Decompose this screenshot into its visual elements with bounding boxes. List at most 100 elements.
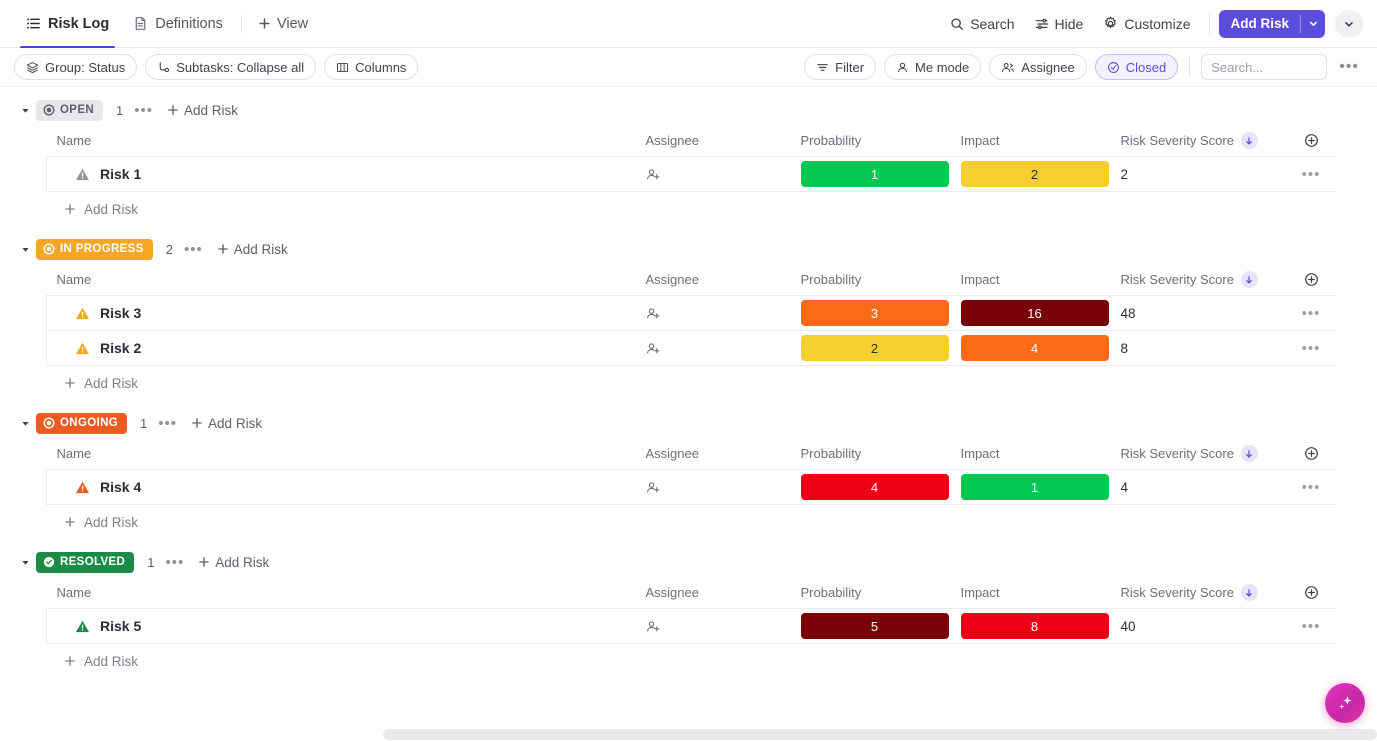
column-header-impact[interactable]: Impact [950,579,1111,609]
cell-impact[interactable]: 2 [950,156,1111,192]
status-badge[interactable]: OPEN [36,99,103,121]
cell-risk-severity-score[interactable]: 40 [1110,608,1286,644]
column-header-impact[interactable]: Impact [950,440,1111,470]
column-header-name[interactable]: Name [46,440,636,470]
add-risk-row-button[interactable]: Add Risk [0,192,1377,226]
search-button[interactable]: Search [940,10,1024,38]
add-column-button[interactable] [1285,440,1337,470]
cell-assignee[interactable] [635,469,791,505]
column-header-assignee[interactable]: Assignee [635,266,791,296]
group-add-risk-button[interactable]: Add Risk [167,103,238,118]
cell-name[interactable]: Risk 1 [46,156,636,192]
cell-row-menu[interactable]: ••• [1285,295,1337,331]
table-row[interactable]: Risk 4 4 1 4 ••• [46,469,1337,505]
column-header-assignee[interactable]: Assignee [635,579,791,609]
cell-impact[interactable]: 8 [950,608,1111,644]
column-header-risk-severity-score[interactable]: Risk Severity Score [1110,579,1286,609]
cell-probability[interactable]: 1 [790,156,951,192]
group-collapse-toggle[interactable] [14,105,36,116]
customize-button[interactable]: Customize [1093,10,1200,38]
column-header-probability[interactable]: Probability [790,440,951,470]
cell-row-menu[interactable]: ••• [1285,608,1337,644]
filter-chip[interactable]: Filter [804,54,877,80]
cell-row-menu[interactable]: ••• [1285,469,1337,505]
column-header-probability[interactable]: Probability [790,127,951,157]
add-column-button[interactable] [1285,579,1337,609]
add-risk-dropdown-button[interactable] [1301,10,1325,38]
column-header-probability[interactable]: Probability [790,579,951,609]
closed-filter-chip[interactable]: Closed [1094,54,1179,80]
group-by-chip[interactable]: Group: Status [14,54,138,80]
add-column-button[interactable] [1285,127,1337,157]
column-header-impact[interactable]: Impact [950,127,1111,157]
cell-risk-severity-score[interactable]: 2 [1110,156,1286,192]
subtasks-chip[interactable]: Subtasks: Collapse all [145,54,317,80]
cell-impact[interactable]: 1 [950,469,1111,505]
cell-row-menu[interactable]: ••• [1285,330,1337,366]
add-column-button[interactable] [1285,266,1337,296]
group-collapse-toggle[interactable] [14,557,36,568]
row-menu-button[interactable]: ••• [1302,479,1321,496]
column-header-name[interactable]: Name [46,266,636,296]
ai-assistant-button[interactable] [1325,683,1365,723]
group-menu-button[interactable]: ••• [184,242,203,257]
add-risk-row-button[interactable]: Add Risk [0,505,1377,539]
column-header-assignee[interactable]: Assignee [635,440,791,470]
hide-button[interactable]: Hide [1025,10,1094,38]
table-row[interactable]: Risk 5 5 8 40 ••• [46,608,1337,644]
column-header-risk-severity-score[interactable]: Risk Severity Score [1110,440,1286,470]
add-risk-row-button[interactable]: Add Risk [0,366,1377,400]
cell-assignee[interactable] [635,608,791,644]
table-row[interactable]: Risk 2 2 4 8 ••• [46,330,1337,366]
add-risk-row-button[interactable]: Add Risk [0,644,1377,678]
search-input[interactable]: Search... [1201,54,1328,80]
column-header-probability[interactable]: Probability [790,266,951,296]
sort-indicator[interactable] [1240,132,1258,149]
group-add-risk-button[interactable]: Add Risk [198,555,269,570]
cell-assignee[interactable] [635,156,791,192]
more-options-button[interactable] [1335,9,1363,38]
cell-name[interactable]: Risk 5 [46,608,636,644]
columns-chip[interactable]: Columns [324,54,419,80]
cell-risk-severity-score[interactable]: 48 [1110,295,1286,331]
cell-probability[interactable]: 5 [790,608,951,644]
toolbar-overflow-button[interactable]: ••• [1335,59,1363,75]
group-menu-button[interactable]: ••• [158,416,177,431]
table-row[interactable]: Risk 1 1 2 2 ••• [46,156,1337,192]
cell-name[interactable]: Risk 3 [46,295,636,331]
status-badge[interactable]: IN PROGRESS [36,238,153,260]
sort-indicator[interactable] [1240,584,1258,601]
column-header-impact[interactable]: Impact [950,266,1111,296]
group-add-risk-button[interactable]: Add Risk [191,416,262,431]
tab-definitions[interactable]: Definitions [121,0,235,47]
group-add-risk-button[interactable]: Add Risk [217,242,288,257]
cell-risk-severity-score[interactable]: 8 [1110,330,1286,366]
group-collapse-toggle[interactable] [14,244,36,255]
cell-assignee[interactable] [635,330,791,366]
cell-probability[interactable]: 2 [790,330,951,366]
row-menu-button[interactable]: ••• [1302,305,1321,322]
column-header-risk-severity-score[interactable]: Risk Severity Score [1110,266,1286,296]
column-header-name[interactable]: Name [46,579,636,609]
cell-impact[interactable]: 16 [950,295,1111,331]
cell-probability[interactable]: 4 [790,469,951,505]
cell-impact[interactable]: 4 [950,330,1111,366]
group-menu-button[interactable]: ••• [165,555,184,570]
row-menu-button[interactable]: ••• [1302,618,1321,635]
tab-risk-log[interactable]: Risk Log [14,0,121,48]
column-header-name[interactable]: Name [46,127,636,157]
group-collapse-toggle[interactable] [14,418,36,429]
horizontal-scrollbar[interactable] [0,728,1377,741]
me-mode-chip[interactable]: Me mode [884,54,982,80]
cell-probability[interactable]: 3 [790,295,951,331]
row-menu-button[interactable]: ••• [1302,340,1321,357]
row-menu-button[interactable]: ••• [1302,166,1321,183]
sort-indicator[interactable] [1240,445,1258,462]
horizontal-scrollbar-thumb[interactable] [383,729,1377,740]
group-menu-button[interactable]: ••• [134,103,153,118]
add-view-button[interactable]: View [248,16,318,32]
column-header-risk-severity-score[interactable]: Risk Severity Score [1110,127,1286,157]
add-risk-button[interactable]: Add Risk [1219,10,1300,38]
column-header-assignee[interactable]: Assignee [635,127,791,157]
status-badge[interactable]: ONGOING [36,412,128,434]
